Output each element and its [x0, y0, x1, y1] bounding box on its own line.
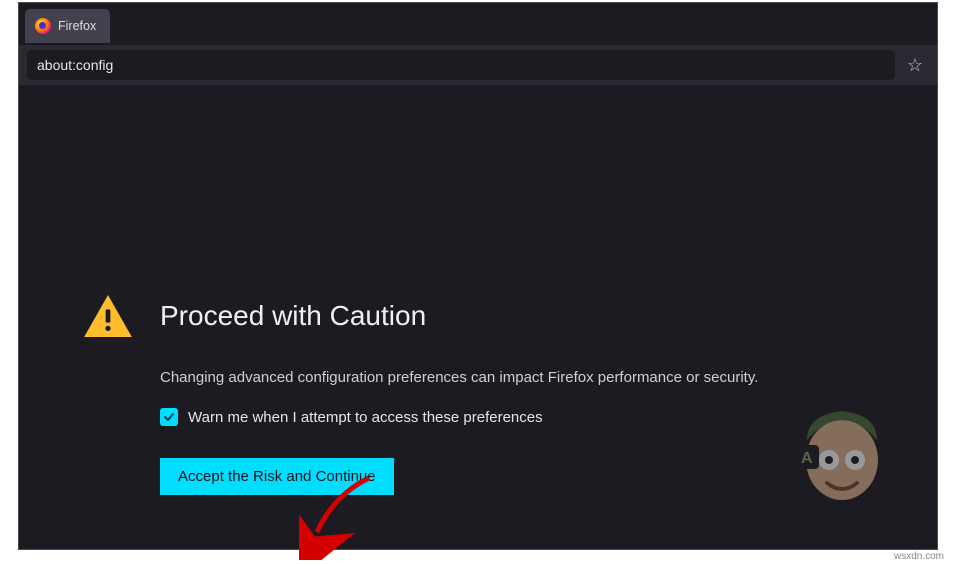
- watermark-mascot-icon: A: [787, 405, 897, 515]
- url-bar[interactable]: about:config: [27, 50, 895, 80]
- content-area: Proceed with Caution Changing advanced c…: [19, 85, 937, 549]
- bookmark-star-icon[interactable]: ☆: [901, 55, 929, 76]
- tab-title: Firefox: [58, 19, 96, 33]
- accept-risk-button[interactable]: Accept the Risk and Continue: [160, 458, 394, 495]
- warning-triangle-icon: [84, 295, 132, 337]
- browser-window: Firefox about:config ☆ Proceed with Caut…: [18, 2, 938, 550]
- watermark-text: wsxdn.com: [894, 551, 944, 562]
- warning-panel: Proceed with Caution Changing advanced c…: [84, 295, 874, 495]
- warn-checkbox-row[interactable]: Warn me when I attempt to access these p…: [160, 408, 874, 426]
- warning-description: Changing advanced configuration preferen…: [160, 369, 874, 386]
- url-text: about:config: [37, 57, 113, 73]
- checkbox-label: Warn me when I attempt to access these p…: [188, 409, 543, 426]
- browser-tab[interactable]: Firefox: [25, 9, 110, 43]
- warning-title-row: Proceed with Caution: [84, 295, 874, 337]
- svg-text:A: A: [801, 450, 813, 467]
- checkbox-checked-icon[interactable]: [160, 408, 178, 426]
- firefox-logo-icon: [35, 18, 51, 34]
- tab-bar: Firefox: [19, 3, 937, 45]
- warning-title: Proceed with Caution: [160, 300, 426, 332]
- nav-bar: about:config ☆: [19, 45, 937, 85]
